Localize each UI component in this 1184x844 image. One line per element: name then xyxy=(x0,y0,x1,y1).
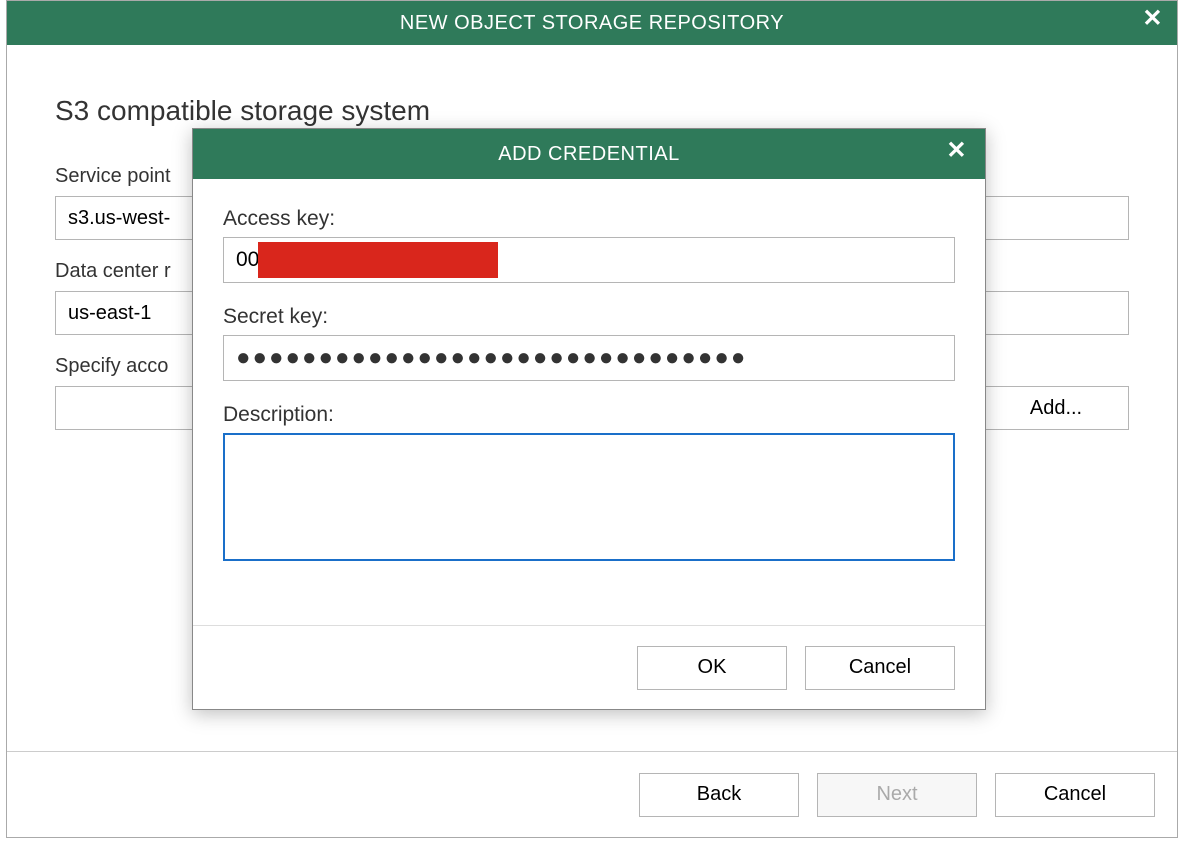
description-input[interactable] xyxy=(223,433,955,561)
cancel-button[interactable]: Cancel xyxy=(995,773,1155,817)
add-credential-button[interactable]: Add... xyxy=(983,386,1129,430)
description-label: Description: xyxy=(223,403,955,427)
next-button: Next xyxy=(817,773,977,817)
close-icon[interactable]: ✕ xyxy=(946,139,967,163)
repository-titlebar: NEW OBJECT STORAGE REPOSITORY ✕ xyxy=(7,1,1177,45)
credential-titlebar: ADD CREDENTIAL ✕ xyxy=(193,129,985,179)
ok-button[interactable]: OK xyxy=(637,646,787,690)
description-field: Description: xyxy=(223,403,955,567)
close-icon[interactable]: ✕ xyxy=(1142,7,1163,31)
repository-title: NEW OBJECT STORAGE REPOSITORY xyxy=(400,12,784,35)
credential-footer: OK Cancel xyxy=(193,625,985,709)
secret-key-field: Secret key: ●●●●●●●●●●●●●●●●●●●●●●●●●●●●… xyxy=(223,305,955,381)
access-key-label: Access key: xyxy=(223,207,955,231)
repository-footer: Back Next Cancel xyxy=(7,751,1177,837)
add-credential-dialog: ADD CREDENTIAL ✕ Access key: Secret key:… xyxy=(192,128,986,710)
cancel-button[interactable]: Cancel xyxy=(805,646,955,690)
credential-title: ADD CREDENTIAL xyxy=(498,143,679,166)
secret-key-input[interactable]: ●●●●●●●●●●●●●●●●●●●●●●●●●●●●●●● xyxy=(223,335,955,381)
back-button[interactable]: Back xyxy=(639,773,799,817)
redaction-overlay xyxy=(258,242,498,278)
secret-key-label: Secret key: xyxy=(223,305,955,329)
credential-body: Access key: Secret key: ●●●●●●●●●●●●●●●●… xyxy=(193,179,985,625)
page-heading: S3 compatible storage system xyxy=(55,95,1129,127)
access-key-field: Access key: xyxy=(223,207,955,283)
